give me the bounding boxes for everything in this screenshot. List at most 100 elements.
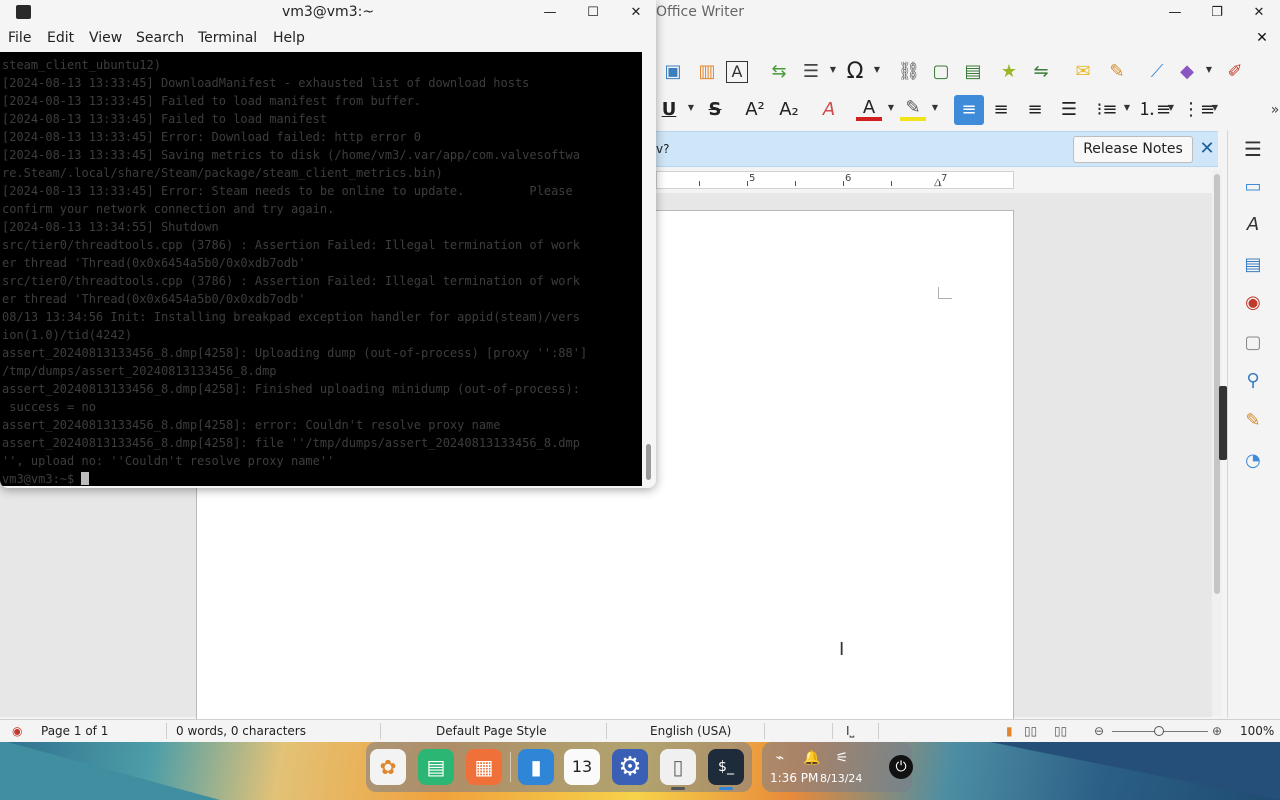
selection-mode-icon[interactable]: I⎵ <box>846 724 854 739</box>
toolbar-overflow-icon[interactable]: » <box>1262 97 1280 123</box>
sidebar-collapse-handle[interactable] <box>1219 386 1227 460</box>
zoom-in-icon[interactable]: ⊕ <box>1212 724 1222 738</box>
system-tray[interactable]: ⌁ 🔔 ⚟ 1:36 PM 8/13/24 ⏻ <box>762 742 913 792</box>
text-editor-icon[interactable]: ▯ <box>660 749 696 785</box>
book-view-icon[interactable]: ▯▯ <box>1054 724 1067 738</box>
release-notes-button[interactable]: Release Notes <box>1073 136 1193 163</box>
page-count[interactable]: Page 1 of 1 <box>41 724 108 738</box>
terminal-output[interactable]: steam_client_ubuntu12) [2024-08-13 13:33… <box>0 52 642 486</box>
word-count[interactable]: 0 words, 0 characters <box>176 724 306 738</box>
style-inspector-icon[interactable]: ⚲ <box>1240 368 1266 394</box>
align-right-icon[interactable]: ≡ <box>1022 97 1048 123</box>
footnote-icon[interactable]: ▢ <box>928 59 954 85</box>
zoom-slider-handle[interactable] <box>1154 726 1164 736</box>
shapes-icon[interactable]: ◆ <box>1174 59 1200 85</box>
menu-view[interactable]: View <box>89 30 122 46</box>
terminal-window[interactable]: vm3@vm3:~ — ☐ ✕ File Edit View Search Te… <box>0 0 656 488</box>
highlight-color-icon[interactable]: ✎ <box>900 97 926 121</box>
superscript-icon[interactable]: A² <box>742 97 768 123</box>
minimize-icon[interactable]: — <box>539 2 561 24</box>
multi-page-view-icon[interactable]: ▯▯ <box>1024 724 1037 738</box>
maximize-icon[interactable]: ❐ <box>1206 2 1228 24</box>
calendar-icon[interactable]: 13 <box>564 749 600 785</box>
properties-icon[interactable]: ▭ <box>1240 174 1266 200</box>
scrollbar-thumb[interactable] <box>646 444 651 480</box>
sidebar-menu-icon[interactable]: ☰ <box>1240 136 1266 162</box>
align-left-icon[interactable]: ≡ <box>954 95 984 125</box>
page-style[interactable]: Default Page Style <box>436 724 547 738</box>
navigator-icon[interactable]: ◉ <box>1240 290 1266 316</box>
zoom-out-icon[interactable]: ⊖ <box>1094 724 1104 738</box>
page-icon[interactable]: ▢ <box>1240 330 1266 356</box>
chevron-down-icon[interactable]: ▼ <box>1166 103 1176 112</box>
chevron-down-icon[interactable]: ▼ <box>828 65 838 74</box>
insert-page-break-icon[interactable]: ⇆ <box>766 59 792 85</box>
chevron-down-icon[interactable]: ▼ <box>686 103 696 112</box>
power-icon[interactable]: ⏻ <box>889 755 913 779</box>
close-icon[interactable]: ✕ <box>1248 2 1270 24</box>
underline-icon[interactable]: U <box>656 97 682 123</box>
numbered-list-icon[interactable]: ⒈≡ <box>1138 97 1171 123</box>
insert-chart-icon[interactable]: ▥ <box>694 59 720 85</box>
align-center-icon[interactable]: ≡ <box>988 97 1014 123</box>
justify-icon[interactable]: ☰ <box>1056 97 1082 123</box>
files-manager-icon[interactable]: ▤ <box>418 749 454 785</box>
menu-help[interactable]: Help <box>273 30 305 46</box>
chevron-down-icon[interactable]: ▼ <box>930 103 940 112</box>
draw-functions-icon[interactable]: ✐ <box>1222 59 1248 85</box>
menu-edit[interactable]: Edit <box>47 30 74 46</box>
terminal-prompt-line[interactable]: vm3@vm3:~$ <box>2 470 642 486</box>
styles-icon[interactable]: A <box>1240 212 1266 238</box>
chevron-down-icon[interactable]: ▼ <box>872 65 882 74</box>
clear-formatting-icon[interactable]: A <box>816 97 842 123</box>
software-store-icon[interactable]: ▦ <box>466 749 502 785</box>
menu-terminal[interactable]: Terminal <box>198 30 257 46</box>
zoom-level[interactable]: 100% <box>1240 724 1274 738</box>
font-color-icon[interactable]: A <box>856 97 882 121</box>
infobar-close-icon[interactable]: ✕ <box>1197 138 1217 160</box>
design-icon[interactable]: ◔ <box>1240 448 1266 474</box>
strikethrough-icon[interactable]: S <box>702 97 728 123</box>
scrollbar-thumb[interactable] <box>1214 174 1220 594</box>
bookmark-icon[interactable]: ★ <box>996 59 1022 85</box>
comment-icon[interactable]: ✉ <box>1070 59 1096 85</box>
maximize-icon[interactable]: ☐ <box>582 2 604 24</box>
gallery-icon[interactable]: ▤ <box>1240 252 1266 278</box>
text-language[interactable]: English (USA) <box>650 724 731 738</box>
close-icon[interactable]: ✕ <box>625 2 647 24</box>
file-manager-icon[interactable]: ▮ <box>518 749 554 785</box>
tab-stop-marker-icon[interactable]: △ <box>934 177 942 188</box>
insert-image-icon[interactable]: ▣ <box>660 59 686 85</box>
insert-field-icon[interactable]: ☰ <box>798 59 824 85</box>
settings-gear-icon[interactable]: ⚙ <box>612 749 648 785</box>
line-icon[interactable]: ⟋ <box>1144 59 1170 85</box>
menu-file[interactable]: File <box>8 30 31 46</box>
chevron-down-icon[interactable]: ▼ <box>886 103 896 112</box>
special-character-icon[interactable]: Ω <box>842 59 868 85</box>
terminal-icon[interactable]: $_ <box>708 749 744 785</box>
cross-reference-icon[interactable]: ⇋ <box>1028 59 1054 85</box>
notifications-bell-icon[interactable]: 🔔 <box>802 748 822 768</box>
network-off-icon[interactable]: ⌁ <box>770 748 790 768</box>
bullet-list-icon[interactable]: ⁝≡ <box>1094 97 1120 123</box>
chevron-down-icon[interactable]: ▼ <box>1204 65 1214 74</box>
track-changes-icon[interactable]: ✎ <box>1104 59 1130 85</box>
digital-signature-icon[interactable]: ◉ <box>12 724 22 738</box>
terminal-scrollbar[interactable] <box>642 52 656 488</box>
subscript-icon[interactable]: A₂ <box>776 97 802 123</box>
horizontal-ruler[interactable]: 5 6 7 △ <box>656 171 1014 189</box>
chevron-down-icon[interactable]: ▼ <box>1122 103 1132 112</box>
single-page-view-icon[interactable]: ▮ <box>1006 724 1013 738</box>
insert-textbox-icon[interactable]: A <box>726 61 748 83</box>
minimize-icon[interactable]: — <box>1164 2 1186 24</box>
close-document-icon[interactable]: ✕ <box>1252 26 1272 50</box>
menu-search[interactable]: Search <box>136 30 184 46</box>
quick-settings-icon[interactable]: ⚟ <box>832 748 852 768</box>
outline-list-icon[interactable]: ⋮≡ <box>1182 97 1215 123</box>
app-launcher-icon[interactable]: ✿ <box>370 749 406 785</box>
chevron-down-icon[interactable]: ▼ <box>1210 103 1220 112</box>
manage-changes-icon[interactable]: ✎ <box>1240 408 1266 434</box>
terminal-titlebar[interactable]: vm3@vm3:~ — ☐ ✕ <box>0 0 656 26</box>
hyperlink-icon[interactable]: ⛓ <box>896 59 922 85</box>
endnote-icon[interactable]: ▤ <box>960 59 986 85</box>
